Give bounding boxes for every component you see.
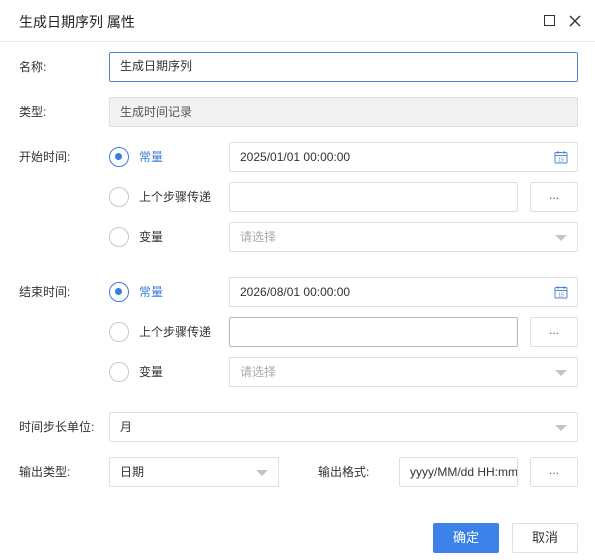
start-prev-step-label[interactable]: 上个步骤传递 bbox=[139, 190, 211, 204]
start-constant-input[interactable]: 2025/01/01 00:00:00 15 bbox=[229, 142, 578, 172]
step-unit-label: 时间步长单位: bbox=[19, 420, 95, 434]
start-time-label: 开始时间: bbox=[19, 150, 71, 164]
cancel-button[interactable]: 取消 bbox=[512, 523, 578, 553]
ok-button[interactable]: 确定 bbox=[433, 523, 499, 553]
start-variable-label[interactable]: 变量 bbox=[139, 230, 163, 244]
output-type-label: 输出类型: bbox=[19, 465, 71, 479]
type-field: 生成时间记录 bbox=[109, 97, 578, 127]
svg-text:15: 15 bbox=[558, 158, 564, 164]
start-variable-select[interactable]: 请选择 bbox=[229, 222, 578, 252]
close-icon[interactable] bbox=[568, 14, 582, 28]
end-prev-step-radio[interactable] bbox=[109, 322, 129, 342]
type-label: 类型: bbox=[19, 105, 47, 119]
calendar-icon[interactable]: 15 bbox=[554, 150, 568, 164]
chevron-down-icon bbox=[256, 470, 268, 476]
end-constant-label[interactable]: 常量 bbox=[139, 285, 163, 299]
end-variable-radio[interactable] bbox=[109, 362, 129, 382]
chevron-down-icon bbox=[555, 235, 567, 241]
dialog-titlebar: 生成日期序列 属性 bbox=[0, 0, 595, 42]
step-unit-select[interactable]: 月 bbox=[109, 412, 578, 442]
end-prev-step-label[interactable]: 上个步骤传递 bbox=[139, 325, 211, 339]
start-browse-button[interactable]: ... bbox=[530, 182, 578, 212]
end-constant-radio[interactable] bbox=[109, 282, 129, 302]
chevron-down-icon bbox=[555, 370, 567, 376]
output-format-label: 输出格式: bbox=[318, 465, 370, 479]
step-unit-value: 月 bbox=[120, 420, 133, 434]
start-constant-value: 2025/01/01 00:00:00 bbox=[240, 150, 351, 164]
maximize-icon[interactable] bbox=[543, 14, 557, 28]
end-browse-button[interactable]: ... bbox=[530, 317, 578, 347]
svg-text:15: 15 bbox=[558, 293, 564, 299]
dialog-title: 生成日期序列 属性 bbox=[19, 14, 135, 30]
output-type-select[interactable]: 日期 bbox=[109, 457, 279, 487]
end-variable-select[interactable]: 请选择 bbox=[229, 357, 578, 387]
calendar-icon[interactable]: 15 bbox=[554, 285, 568, 299]
start-constant-radio[interactable] bbox=[109, 147, 129, 167]
start-prev-step-input[interactable] bbox=[229, 182, 518, 212]
name-label: 名称: bbox=[19, 60, 47, 74]
end-variable-placeholder: 请选择 bbox=[240, 365, 277, 379]
start-variable-radio[interactable] bbox=[109, 227, 129, 247]
end-constant-value: 2026/08/01 00:00:00 bbox=[240, 285, 351, 299]
output-format-browse-button[interactable]: ... bbox=[530, 457, 578, 487]
end-constant-input[interactable]: 2026/08/01 00:00:00 15 bbox=[229, 277, 578, 307]
chevron-down-icon bbox=[555, 425, 567, 431]
end-time-label: 结束时间: bbox=[19, 285, 71, 299]
end-variable-label[interactable]: 变量 bbox=[139, 365, 163, 379]
name-input[interactable]: 生成日期序列 bbox=[109, 52, 578, 82]
output-type-value: 日期 bbox=[120, 465, 145, 479]
start-constant-label[interactable]: 常量 bbox=[139, 150, 163, 164]
output-format-input[interactable]: yyyy/MM/dd HH:mm bbox=[399, 457, 518, 487]
start-variable-placeholder: 请选择 bbox=[240, 230, 277, 244]
start-prev-step-radio[interactable] bbox=[109, 187, 129, 207]
end-prev-step-input[interactable] bbox=[229, 317, 518, 347]
